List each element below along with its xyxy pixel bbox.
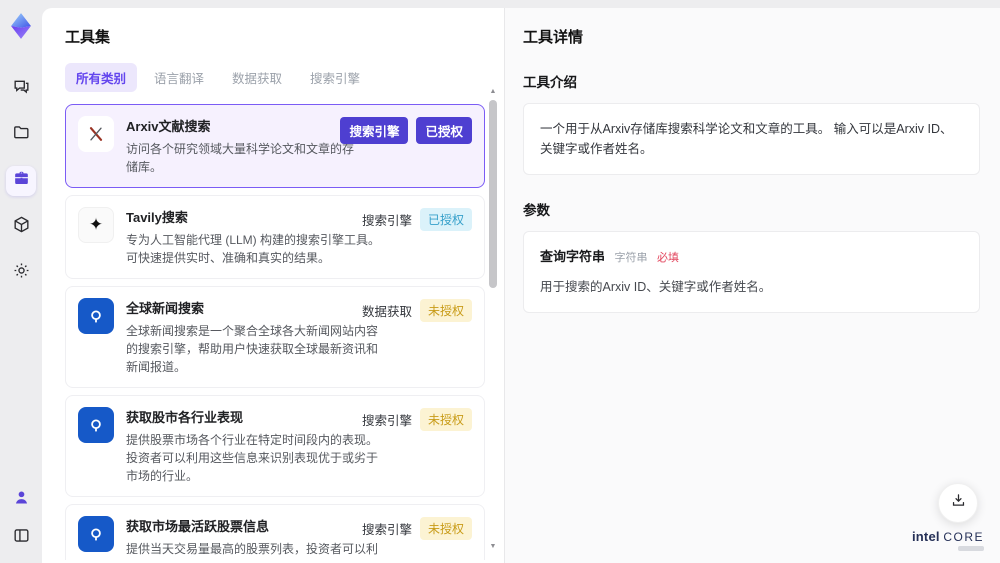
tab-all-categories[interactable]: 所有类别 bbox=[65, 63, 138, 92]
news-api-icon bbox=[78, 298, 114, 334]
app-window: 工具集 所有类别 语言翻译 数据获取 搜索引擎 Arxiv文献搜索 访问各个研究… bbox=[0, 0, 1000, 563]
auth-status-badge: 未授权 bbox=[419, 517, 472, 540]
param-required-flag: 必填 bbox=[656, 252, 679, 264]
category-badge: 搜索引擎 bbox=[361, 214, 412, 228]
tool-title: Arxiv文献搜索 bbox=[126, 119, 211, 134]
param-box: 查询字符串 字符串 必填 用于搜索的Arxiv ID、关键字或作者姓名。 bbox=[523, 231, 980, 313]
scroll-down-icon[interactable]: ▼ bbox=[488, 543, 498, 551]
tool-title: 获取市场最活跃股票信息 bbox=[126, 519, 270, 534]
download-button[interactable] bbox=[938, 483, 978, 523]
category-badge: 搜索引擎 bbox=[361, 414, 412, 428]
sidebar-item-settings[interactable] bbox=[6, 258, 36, 288]
briefcase-icon bbox=[12, 169, 31, 193]
category-badge: 数据获取 bbox=[361, 305, 412, 319]
tool-description: 提供股票市场各个行业在特定时间段内的表现。投资者可以利用这些信息来识别表现优于或… bbox=[126, 433, 379, 483]
param-type: 字符串 bbox=[614, 252, 648, 264]
param-name: 查询字符串 bbox=[540, 249, 606, 264]
brand-intel-text: intel bbox=[911, 528, 940, 544]
auth-status-badge: 已授权 bbox=[419, 208, 472, 231]
folder-icon bbox=[12, 123, 31, 147]
tool-detail-pane: 工具详情 工具介绍 一个用于从Arxiv存储库搜索科学论文和文章的工具。 输入可… bbox=[504, 8, 1000, 563]
tool-card-arxiv[interactable]: Arxiv文献搜索 访问各个研究领域大量科学论文和文章的存储库。 搜索引擎 已授… bbox=[65, 104, 485, 188]
intro-heading: 工具介绍 bbox=[523, 75, 577, 90]
tool-description: 专为人工智能代理 (LLM) 构建的搜索引擎工具。可快速提供实时、准确和真实的结… bbox=[126, 233, 381, 265]
tool-description: 全球新闻搜索是一个聚合全球各大新闻网站内容的搜索引擎，帮助用户快速获取全球最新资… bbox=[126, 324, 379, 374]
news-api-icon bbox=[78, 407, 114, 443]
intro-box: 一个用于从Arxiv存储库搜索科学论文和文章的工具。 输入可以是Arxiv ID… bbox=[523, 103, 980, 175]
tavily-star-icon: ✦ bbox=[78, 207, 114, 243]
auth-status-badge: 未授权 bbox=[419, 299, 472, 322]
left-rail bbox=[0, 0, 42, 563]
tool-list: Arxiv文献搜索 访问各个研究领域大量科学论文和文章的存储库。 搜索引擎 已授… bbox=[65, 104, 485, 560]
tab-data-fetch[interactable]: 数据获取 bbox=[221, 63, 293, 92]
tool-title: 获取股市各行业表现 bbox=[126, 410, 244, 425]
news-api-icon bbox=[78, 516, 114, 552]
cube-icon bbox=[12, 215, 31, 239]
brand-sub-mark bbox=[958, 546, 984, 551]
detail-title: 工具详情 bbox=[523, 29, 584, 46]
gear-icon bbox=[12, 261, 31, 285]
tool-title: 全球新闻搜索 bbox=[126, 301, 205, 316]
sidebar-item-files[interactable] bbox=[6, 120, 36, 150]
chat-icon bbox=[12, 77, 31, 101]
intel-core-logo: intel core bbox=[911, 528, 984, 551]
sidebar-item-packages[interactable] bbox=[6, 212, 36, 242]
arxiv-icon bbox=[78, 116, 114, 152]
scrollbar-thumb[interactable] bbox=[489, 100, 497, 288]
tool-title: Tavily搜索 bbox=[126, 210, 188, 225]
list-scrollbar[interactable]: ▲ ▼ bbox=[488, 88, 498, 551]
category-tabs: 所有类别 语言翻译 数据获取 搜索引擎 bbox=[65, 63, 504, 92]
auth-status-badge: 已授权 bbox=[416, 117, 472, 144]
tab-translation[interactable]: 语言翻译 bbox=[143, 63, 215, 92]
tool-card-most-active-stocks[interactable]: 获取市场最活跃股票信息 提供当天交易量最高的股票列表，投资者可以利用这些信息来识… bbox=[65, 504, 485, 560]
tool-description: 提供当天交易量最高的股票列表，投资者可以利用这些信息来识别流动性强的股票和潜在的… bbox=[126, 542, 379, 556]
page-title: 工具集 bbox=[65, 29, 111, 46]
toolset-pane: 工具集 所有类别 语言翻译 数据获取 搜索引擎 Arxiv文献搜索 访问各个研究… bbox=[42, 8, 504, 563]
sidebar-item-toolset[interactable] bbox=[6, 166, 36, 196]
params-heading: 参数 bbox=[523, 203, 550, 218]
user-icon bbox=[12, 488, 31, 512]
scroll-up-icon[interactable]: ▲ bbox=[488, 88, 498, 96]
param-description: 用于搜索的Arxiv ID、关键字或作者姓名。 bbox=[540, 279, 772, 294]
category-badge: 搜索引擎 bbox=[361, 523, 412, 537]
app-logo-icon bbox=[7, 12, 35, 40]
tool-card-tavily[interactable]: ✦ Tavily搜索 专为人工智能代理 (LLM) 构建的搜索引擎工具。可快速提… bbox=[65, 195, 485, 279]
brand-core-text: core bbox=[943, 529, 984, 544]
sidebar-item-chat[interactable] bbox=[6, 74, 36, 104]
tool-card-global-news[interactable]: 全球新闻搜索 全球新闻搜索是一个聚合全球各大新闻网站内容的搜索引擎，帮助用户快速… bbox=[65, 286, 485, 388]
auth-status-badge: 未授权 bbox=[419, 408, 472, 431]
download-icon bbox=[950, 492, 967, 514]
panel-icon bbox=[12, 526, 31, 550]
tool-card-sector-performance[interactable]: 获取股市各行业表现 提供股票市场各个行业在特定时间段内的表现。投资者可以利用这些… bbox=[65, 395, 485, 497]
sidebar-item-account[interactable] bbox=[6, 485, 36, 515]
tool-description: 访问各个研究领域大量科学论文和文章的存储库。 bbox=[126, 142, 355, 174]
category-badge: 搜索引擎 bbox=[340, 117, 409, 144]
sidebar-item-panel-toggle[interactable] bbox=[6, 523, 36, 553]
tab-search-engine[interactable]: 搜索引擎 bbox=[299, 63, 371, 92]
